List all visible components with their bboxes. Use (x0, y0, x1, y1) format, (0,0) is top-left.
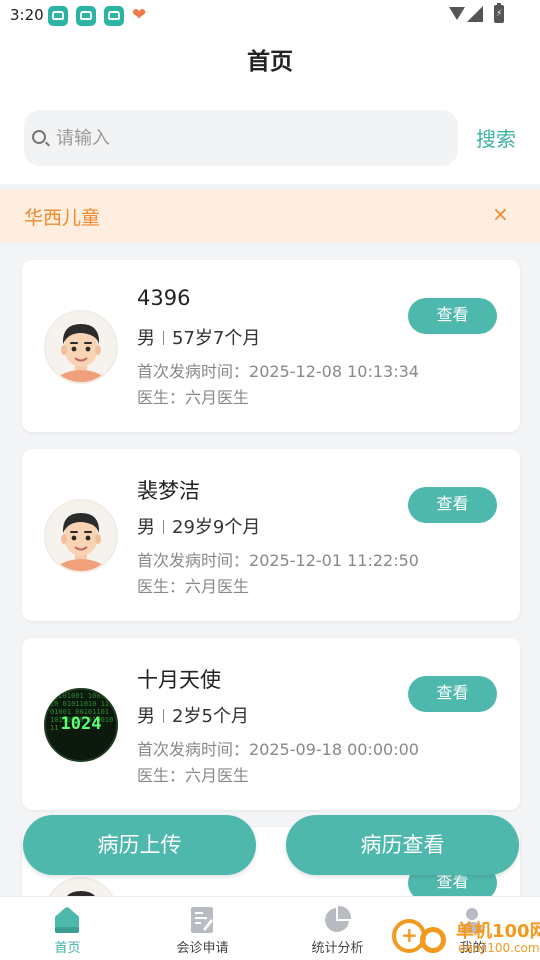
doctor: 医生：六月医生 (137, 384, 249, 408)
view-button[interactable]: 查看 (408, 298, 497, 334)
avatar-text: 1024 (60, 714, 102, 734)
cartoon-man-avatar (44, 499, 118, 573)
battery-charging-icon: ⚡ (494, 3, 504, 23)
pie-chart-icon (325, 905, 352, 932)
record-upload-button[interactable]: 病历上传 (23, 815, 256, 875)
search-button[interactable]: 搜索 (476, 123, 516, 152)
nav-item-statistics[interactable]: 统计分析 (270, 897, 405, 960)
patient-info: 男 2岁5个月 (137, 702, 249, 728)
hospital-name: 华西儿童 (24, 207, 101, 229)
divider (163, 520, 164, 534)
cellular-icon (467, 6, 483, 22)
page-title: 首页 (247, 49, 293, 75)
doctor-label: 医生： (137, 388, 186, 407)
divider (163, 331, 164, 345)
doctor-value: 六月医生 (185, 577, 250, 596)
header: 首页 (0, 32, 540, 96)
onset-label: 首次发病时间： (137, 551, 250, 570)
onset-label: 首次发病时间： (137, 362, 250, 381)
cartoon-man-avatar (44, 877, 118, 896)
onset-value: 2025-12-01 11:22:50 (249, 551, 419, 570)
doctor-label: 医生： (137, 577, 186, 596)
search-input[interactable] (56, 126, 436, 150)
divider (163, 709, 164, 723)
doctor: 医生：六月医生 (137, 762, 249, 786)
status-bar: 3:20 ❤ ⚡ (0, 0, 540, 32)
patient-info: 男 57岁7个月 (137, 324, 260, 350)
patient-list: 4396 男 57岁7个月 首次发病时间：2025-12-08 10:13:34 … (0, 242, 540, 896)
nav-label: 会诊申请 (176, 941, 229, 956)
car-app-icon (76, 6, 96, 26)
patient-card[interactable]: 4396 男 57岁7个月 首次发病时间：2025-12-08 10:13:34 … (22, 260, 520, 432)
search-box[interactable] (24, 110, 458, 166)
view-button[interactable]: 查看 (408, 676, 497, 712)
patient-card[interactable]: 01101001 10010110 01011010 11001001 0010… (22, 638, 520, 810)
code-1024-avatar: 01101001 10010110 01011010 11001001 0010… (44, 688, 118, 762)
nav-item-home[interactable]: 首页 (0, 897, 135, 960)
patient-age: 2岁5个月 (172, 706, 249, 727)
patient-age: 57岁7个月 (172, 328, 261, 349)
onset-time: 首次发病时间：2025-12-08 10:13:34 (137, 358, 419, 382)
consultation-form-icon (191, 907, 213, 933)
heart-app-icon: ❤ (132, 5, 147, 25)
patient-gender: 男 (137, 328, 155, 349)
search-bar: 搜索 (0, 96, 540, 184)
patient-name: 4396 (137, 286, 191, 310)
close-icon[interactable]: × (492, 204, 509, 224)
patient-name: 十月天使 (137, 668, 221, 692)
nav-label: 统计分析 (311, 941, 364, 956)
onset-value: 2025-12-08 10:13:34 (249, 362, 419, 381)
patient-gender: 男 (137, 706, 155, 727)
watermark-url: danji100.com (458, 941, 540, 955)
home-icon (55, 907, 79, 933)
watermark-title: 单机100网 (456, 921, 540, 942)
patient-card[interactable]: 裴梦洁 男 29岁9个月 首次发病时间：2025-12-01 11:22:50 医… (22, 449, 520, 621)
wifi-icon (449, 7, 465, 20)
view-button[interactable]: 查看 (408, 487, 497, 523)
patient-info: 男 29岁9个月 (137, 513, 260, 539)
doctor-value: 六月医生 (185, 388, 250, 407)
app-screen: 3:20 ❤ ⚡ 首页 搜索 华西儿童 × (0, 0, 540, 960)
patient-age: 29岁9个月 (172, 517, 261, 538)
car-app-icon (104, 6, 124, 26)
hospital-banner: 华西儿童 × (0, 190, 540, 242)
nav-label: 首页 (54, 941, 81, 956)
patient-gender: 男 (137, 517, 155, 538)
watermark-logo: + 单机100网 danji100.com (390, 915, 540, 960)
onset-value: 2025-09-18 00:00:00 (249, 740, 419, 759)
nav-item-consultation[interactable]: 会诊申请 (135, 897, 270, 960)
doctor-value: 六月医生 (185, 766, 250, 785)
car-app-icon (48, 6, 68, 26)
onset-time: 首次发病时间：2025-12-01 11:22:50 (137, 547, 419, 571)
status-time: 3:20 (10, 6, 44, 24)
onset-label: 首次发病时间： (137, 740, 250, 759)
doctor: 医生：六月医生 (137, 573, 249, 597)
search-icon (32, 130, 46, 144)
cartoon-man-avatar (44, 310, 118, 384)
patient-name: 裴梦洁 (137, 479, 200, 503)
doctor-label: 医生： (137, 766, 186, 785)
onset-time: 首次发病时间：2025-09-18 00:00:00 (137, 736, 419, 760)
record-view-button[interactable]: 病历查看 (286, 815, 519, 875)
